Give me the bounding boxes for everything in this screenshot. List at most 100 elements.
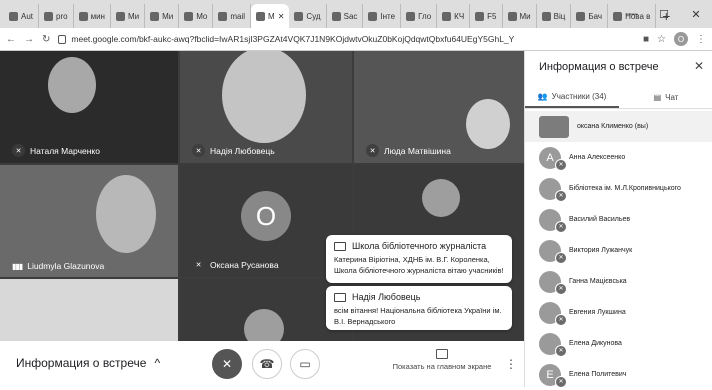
chat-notification[interactable]: Надія Любовець всім вітання! Національна… [326, 286, 512, 330]
minimize-icon[interactable]: — [616, 0, 648, 28]
chat-notification[interactable]: Школа бібліотечного журналіста Катерина … [326, 235, 512, 283]
close-icon[interactable]: ✕ [694, 59, 704, 73]
profile-avatar[interactable]: O [674, 32, 688, 46]
camera-icon: ▭ [299, 357, 311, 371]
people-icon: 👥 [537, 92, 548, 101]
mic-off-icon: ✕ [555, 220, 567, 233]
tab-favicon-icon [115, 11, 125, 21]
camera-toggle-button[interactable]: ▭ [290, 349, 320, 379]
mic-off-icon: ✕ [555, 282, 567, 295]
present-icon [436, 349, 448, 359]
tab-chat[interactable]: ▤ Чат [619, 87, 712, 108]
participant-face [222, 51, 306, 143]
avatar [539, 115, 569, 138]
reload-icon[interactable]: ↻ [42, 34, 50, 45]
browser-tab[interactable]: Sac [327, 4, 364, 28]
browser-tab[interactable]: Інте [363, 4, 402, 28]
video-tile: ✕ Люда Матвішина [354, 51, 524, 163]
tab-participants[interactable]: 👥 Участники (34) [525, 87, 619, 108]
mic-off-icon: ✕ [192, 258, 205, 271]
browser-tab-strip: Aut pro мин Ми Ми Mo mail M ✕ Суд Sac Інт… [0, 0, 712, 28]
star-icon[interactable]: ☆ [657, 34, 666, 45]
participant-face [48, 57, 96, 113]
browser-tab[interactable]: Суд [289, 4, 327, 28]
mic-off-icon: ✕ [192, 144, 205, 157]
participant-face [96, 175, 156, 253]
video-tile: ✕ Надія Любовець [180, 51, 352, 163]
participant-avatar: O [241, 191, 291, 241]
camera-permission-icon[interactable]: ■ [643, 34, 649, 45]
browser-tab[interactable]: Ми [111, 4, 146, 28]
meeting-details-panel: Информация о встрече ✕ 👥 Участники (34) ▤… [524, 51, 712, 390]
participant-avatar [244, 309, 284, 341]
maximize-icon[interactable]: ☐ [648, 0, 680, 28]
participant-row[interactable]: ✕ Елена Дикунова [525, 328, 712, 359]
tab-favicon-icon [78, 11, 88, 21]
tab-favicon-icon [294, 11, 304, 21]
mic-off-icon: ✕ [555, 158, 567, 171]
browser-tab[interactable]: mail [213, 4, 252, 28]
browser-tab[interactable]: pro [39, 4, 74, 28]
avatar: ✕ [539, 332, 567, 357]
browser-tab[interactable]: Mo [179, 4, 214, 28]
participant-row[interactable]: ✕ Бібліотека ім. М.Л.Кропивницького [525, 173, 712, 204]
tab-favicon-icon [44, 11, 54, 21]
participant-row[interactable]: ✕ Евгения Лукшина [525, 297, 712, 328]
browser-tab[interactable]: Aut [4, 4, 40, 28]
mic-off-icon: ✕ [221, 357, 233, 371]
participant-row[interactable]: оксана Клименко (вы) [525, 111, 712, 142]
tab-favicon-icon [218, 11, 228, 21]
avatar: A ✕ [539, 146, 567, 171]
browser-tab[interactable]: Віц [537, 4, 572, 28]
video-tile: ✕ Наталя Марченко [0, 51, 178, 163]
mic-off-icon: ✕ [555, 189, 567, 202]
tab-favicon-icon [150, 11, 160, 21]
tile-name: Надія Любовець [210, 145, 275, 156]
browser-tab[interactable]: Ми [503, 4, 537, 28]
address-bar: ← → ↻ meet.google.com/bkf-aukc-awq?fbcli… [0, 28, 712, 51]
close-window-icon[interactable]: ✕ [680, 0, 712, 28]
browser-tab-active[interactable]: M ✕ [251, 4, 290, 28]
participant-face [466, 99, 510, 149]
panel-title: Информация о встрече [539, 61, 659, 73]
tab-favicon-icon [368, 11, 378, 21]
browser-tab[interactable]: Ми [145, 4, 180, 28]
participant-row[interactable]: ✕ Василий Васильев [525, 204, 712, 235]
participant-row[interactable]: E ✕ Елена Политевич [525, 359, 712, 390]
participants-list: оксана Клименко (вы) A ✕ Анна Алексеенко ✕… [525, 111, 712, 390]
back-icon[interactable]: ← [6, 34, 16, 45]
lock-icon [58, 34, 67, 44]
avatar: E ✕ [539, 363, 567, 388]
tab-favicon-icon [475, 11, 485, 21]
participant-avatar [422, 179, 460, 217]
meeting-info-button[interactable]: Информация о встрече ^ [16, 356, 160, 370]
tile-name: Люда Матвішина [384, 145, 451, 156]
participant-row[interactable]: ✕ Виктория Лужанчук [525, 235, 712, 266]
mic-toggle-button[interactable]: ✕ [212, 349, 242, 379]
panel-tabs: 👥 Участники (34) ▤ Чат [525, 87, 712, 109]
browser-tab[interactable]: КЧ [437, 4, 471, 28]
participant-row[interactable]: ✕ Ганна Мацієвська [525, 266, 712, 297]
video-tile [0, 279, 178, 341]
present-screen-button[interactable]: Показать на главном экране [392, 349, 492, 371]
browser-tab[interactable]: мин [74, 4, 111, 28]
mic-off-icon: ✕ [366, 144, 379, 157]
browser-tab[interactable]: Бач [571, 4, 609, 28]
chat-message-icon [334, 292, 346, 302]
chat-icon: ▤ [653, 93, 662, 102]
browser-tab[interactable]: Гло [401, 4, 438, 28]
avatar: ✕ [539, 301, 567, 326]
tab-favicon-icon [507, 11, 517, 21]
browser-tab[interactable]: F5 [470, 4, 503, 28]
hang-up-button[interactable]: ☎ [252, 349, 282, 379]
more-options-button[interactable]: ⋮ [505, 357, 517, 371]
notification-title: Школа бібліотечного журналіста [352, 241, 487, 251]
chevron-up-icon: ^ [154, 356, 161, 370]
forward-icon[interactable]: → [24, 34, 34, 45]
participant-row[interactable]: A ✕ Анна Алексеенко [525, 142, 712, 173]
tab-close-icon[interactable]: ✕ [278, 12, 285, 21]
notification-title: Надія Любовець [352, 292, 421, 302]
browser-menu-icon[interactable]: ⋮ [696, 34, 706, 45]
url-field[interactable]: meet.google.com/bkf-aukc-awq?fbclid=IwAR… [58, 34, 635, 44]
tab-favicon-icon [331, 11, 341, 21]
